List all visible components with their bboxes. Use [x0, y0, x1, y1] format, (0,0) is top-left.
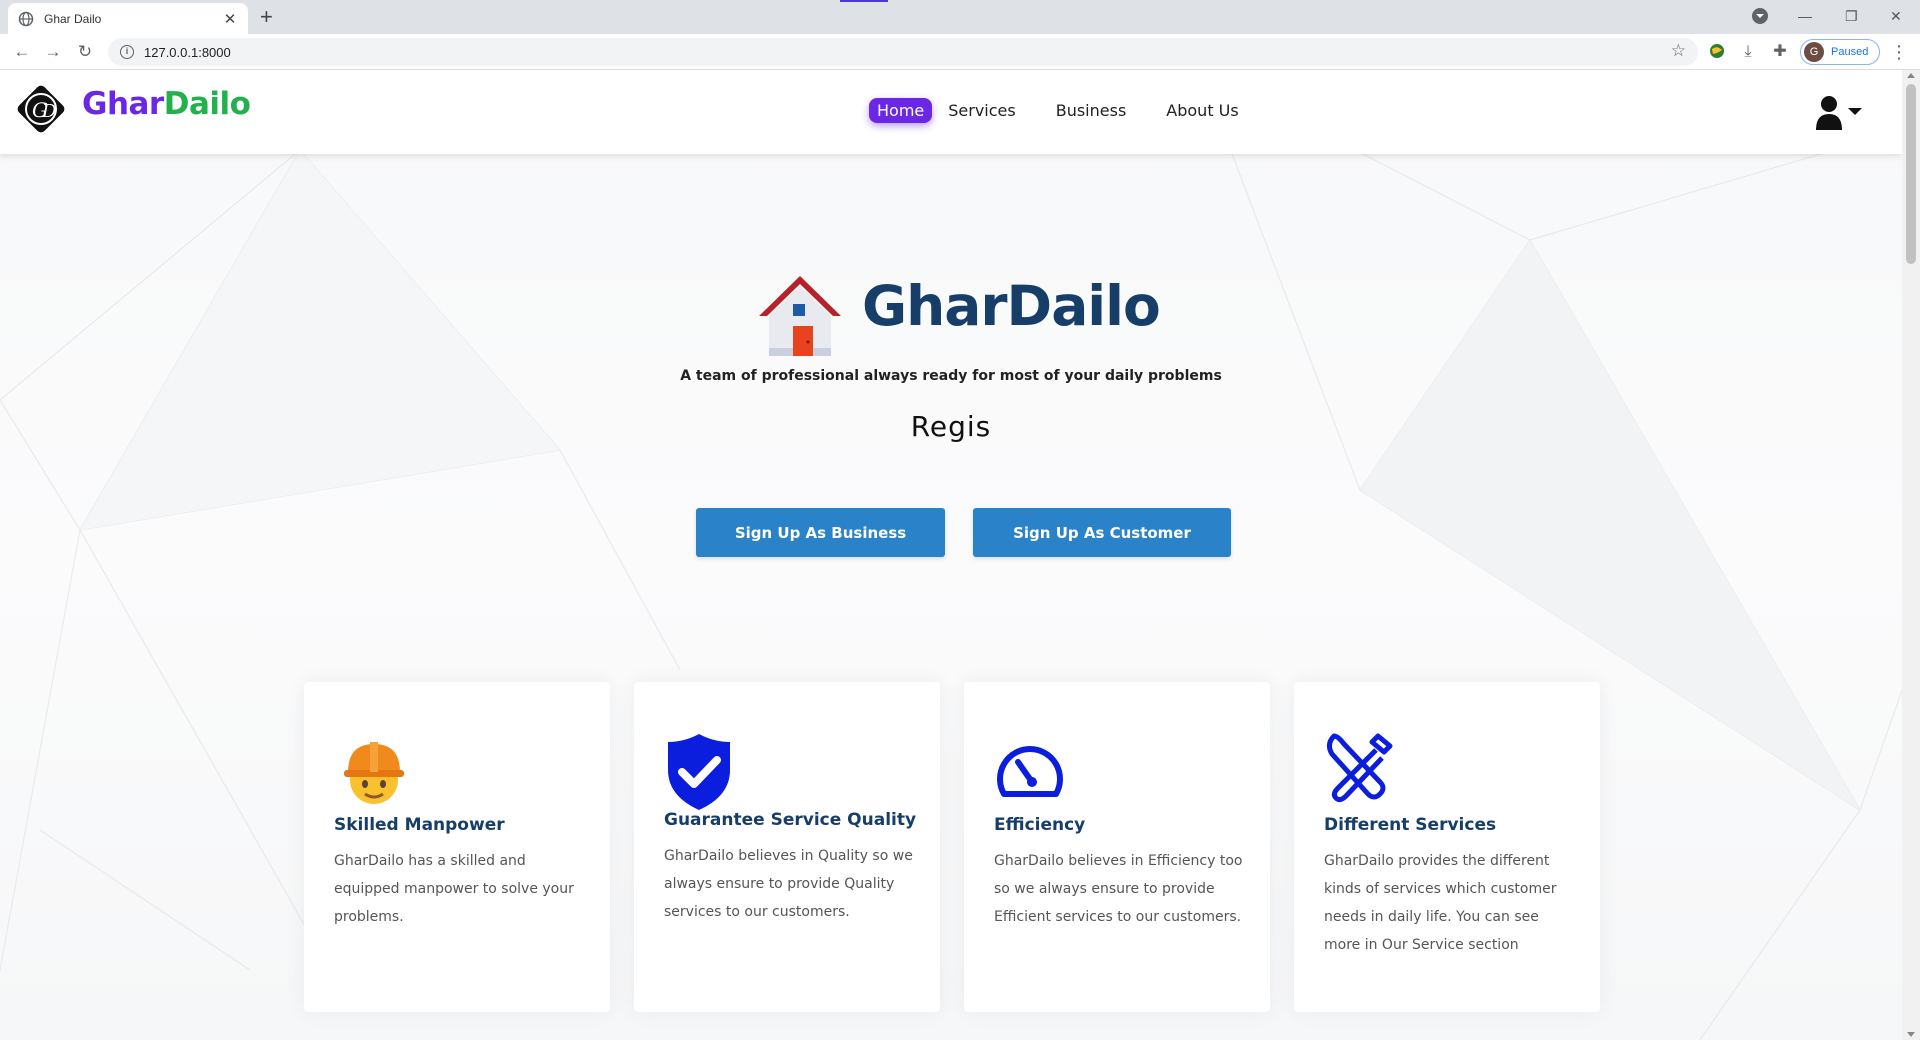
restore-icon[interactable]: ❐ [1845, 4, 1858, 28]
speedometer-icon [997, 746, 1063, 797]
sign-up-customer-button[interactable]: Sign Up As Customer [973, 508, 1231, 557]
reload-icon[interactable]: ↻ [73, 40, 97, 64]
tab-strip-accent [840, 0, 888, 2]
back-icon[interactable]: ← [10, 40, 34, 64]
hero-typed-text: Regis [910, 410, 992, 443]
profile-button[interactable]: G Paused [1800, 39, 1880, 65]
tab-title: Ghar Dailo [44, 11, 102, 26]
feature-title: Different Services [1324, 815, 1497, 835]
nav-about-us[interactable]: About Us [1158, 98, 1246, 123]
browser-menu-icon[interactable]: ⋮ [1890, 40, 1908, 64]
hero-title: GharDailo [862, 274, 1161, 338]
minimize-icon[interactable]: — [1798, 4, 1812, 28]
site-logo-icon[interactable]: G D [12, 80, 70, 138]
scrollbar-thumb[interactable] [1906, 84, 1916, 264]
worker-helmet-icon [344, 742, 404, 804]
user-icon [1816, 96, 1842, 130]
profile-avatar: G [1804, 42, 1824, 62]
download-icon[interactable]: ⤓ [1738, 42, 1758, 62]
main-nav: Home Services Business About Us [869, 98, 1271, 123]
tools-icon [1326, 733, 1393, 803]
site-info-icon[interactable]: i [120, 45, 134, 59]
page-scrollbar[interactable] [1902, 70, 1920, 1040]
nav-home[interactable]: Home [869, 98, 933, 123]
browser-tab[interactable]: Ghar Dailo ✕ [8, 3, 248, 34]
profile-status: Paused [1831, 46, 1869, 58]
close-window-icon[interactable]: ✕ [1890, 4, 1902, 28]
chevron-down-icon [1848, 108, 1862, 115]
scroll-down-icon[interactable] [1907, 1032, 1915, 1037]
feature-text: GharDailo has a skilled and equipped man… [334, 853, 574, 925]
site-brand[interactable]: GharDailo [82, 86, 251, 122]
forward-icon[interactable]: → [41, 40, 65, 64]
globe-icon [18, 11, 34, 26]
feature-text: GharDailo believes in Quality so we alwa… [664, 848, 913, 920]
address-bar[interactable]: i 127.0.0.1:8000 ☆ [108, 38, 1698, 66]
feature-text: GharDailo believes in Efficiency too so … [994, 853, 1243, 925]
feature-title: Skilled Manpower [334, 815, 505, 835]
page-viewport: G D GharDailo Home Services Business Abo… [0, 70, 1902, 1040]
svg-text:D: D [41, 101, 57, 122]
url-text: 127.0.0.1:8000 [144, 44, 231, 60]
extensions-puzzle-icon[interactable]: ✚ [1770, 42, 1790, 62]
tab-search-icon[interactable] [1752, 8, 1768, 24]
sign-up-business-button[interactable]: Sign Up As Business [696, 508, 945, 557]
background-polygon-pattern [0, 70, 1902, 1040]
extension-globe-icon[interactable] [1707, 42, 1727, 62]
feature-card-skilled-manpower: Skilled Manpower GharDailo has a skilled… [304, 682, 610, 1012]
site-navbar: G D GharDailo Home Services Business Abo… [0, 70, 1902, 154]
brand-dailo: Dailo [163, 86, 251, 122]
shield-check-icon [668, 734, 730, 810]
nav-services[interactable]: Services [940, 98, 1023, 123]
feature-card-different-services: Different Services GharDailo provides th… [1294, 682, 1600, 1012]
scroll-up-icon[interactable] [1907, 73, 1915, 78]
feature-card-efficiency: Efficiency GharDailo believes in Efficie… [964, 682, 1270, 1012]
nav-business[interactable]: Business [1048, 98, 1135, 123]
browser-tab-strip: Ghar Dailo ✕ + — ❐ ✕ [0, 0, 1920, 34]
feature-card-guarantee-service-quality: Guarantee Service Quality GharDailo beli… [634, 682, 940, 1012]
feature-title: Efficiency [994, 815, 1086, 835]
hero-tagline: A team of professional always ready for … [680, 368, 1222, 384]
tab-close-icon[interactable]: ✕ [222, 10, 238, 28]
house-icon [759, 276, 841, 356]
bookmark-star-icon[interactable]: ☆ [1671, 41, 1686, 61]
brand-ghar: Ghar [82, 86, 164, 122]
feature-text: GharDailo provides the different kinds o… [1324, 853, 1557, 953]
feature-title: Guarantee Service Quality [664, 810, 917, 830]
new-tab-icon[interactable]: + [260, 4, 273, 30]
user-account-dropdown[interactable] [1812, 94, 1868, 130]
browser-toolbar: ← → ↻ i 127.0.0.1:8000 ☆ ⤓ ✚ G Paused ⋮ [0, 34, 1920, 70]
